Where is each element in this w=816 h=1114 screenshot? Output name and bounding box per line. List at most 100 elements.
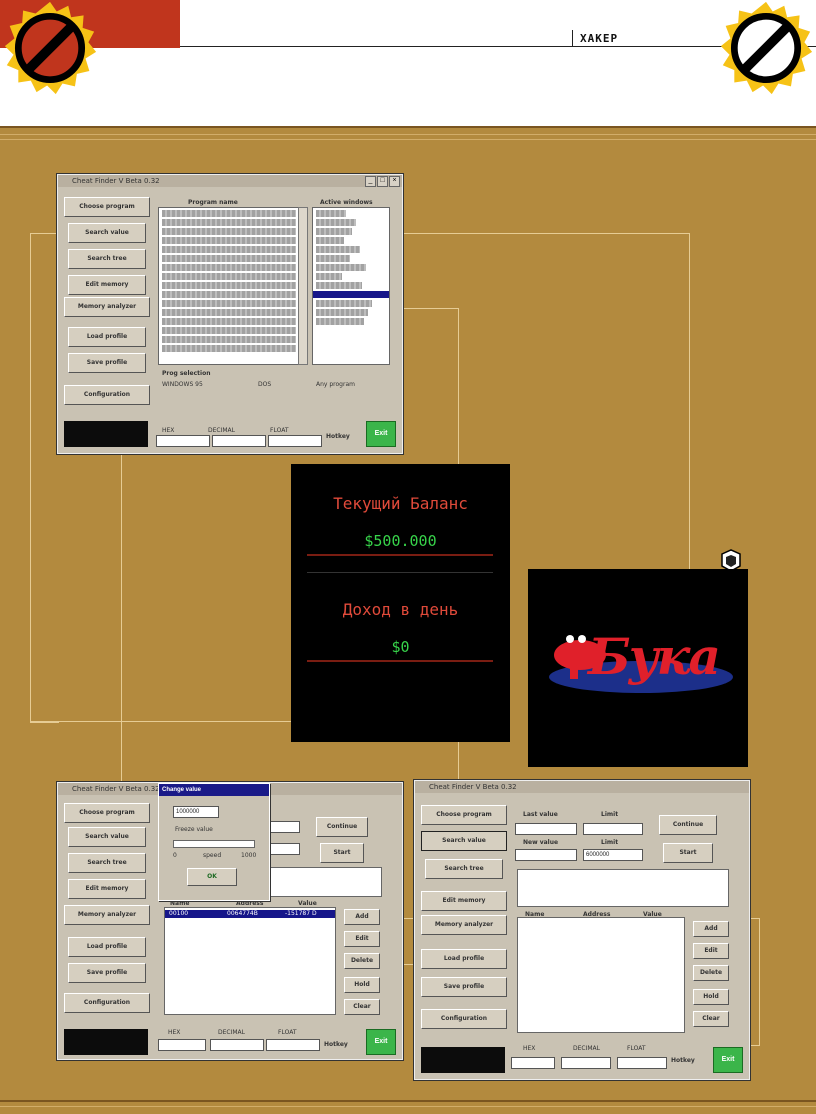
selected-row[interactable]: 00100 0064774B -151787 D [165,910,335,918]
choose-program-button[interactable]: Choose program [421,805,507,825]
scrollbar[interactable] [298,207,308,365]
decimal-input[interactable] [561,1057,611,1069]
balance-divider [307,554,493,556]
search-value-button[interactable]: Search value [68,223,146,243]
last-value-label: Last value [523,811,558,818]
edit-memory-button[interactable]: Edit memory [421,891,507,911]
hold-button[interactable]: Hold [693,989,729,1005]
hotkey-button[interactable]: Hotkey [326,433,350,440]
daily-income-value: $0 [391,638,410,656]
memory-analyzer-button[interactable]: Memory analyzer [64,905,150,925]
float-input[interactable] [266,1039,320,1051]
edit-button[interactable]: Edit [344,931,380,947]
ok-button[interactable]: OK [187,868,237,886]
choose-program-button[interactable]: Choose program [64,197,150,217]
start-button[interactable]: Start [320,843,364,863]
limit-input[interactable] [268,821,300,833]
results-list[interactable] [517,917,685,1033]
save-profile-button[interactable]: Save profile [421,977,507,997]
radio-any-program[interactable]: Any program [316,381,355,388]
value-col-header: Value [298,900,317,907]
program-list[interactable] [158,207,300,365]
close-icon[interactable]: × [389,176,400,187]
float-label: FLOAT [278,1029,297,1036]
freeze-value-checkbox[interactable]: Freeze value [175,826,213,833]
speed-slider[interactable] [173,840,255,848]
radio-windows[interactable]: WINDOWS 95 [162,381,203,388]
maximize-icon[interactable]: □ [377,176,388,187]
search-value-button[interactable]: Search value [421,831,507,851]
window-controls: _ □ × [365,176,400,187]
connector-line [30,233,59,723]
edit-memory-button[interactable]: Edit memory [68,879,146,899]
active-windows-list[interactable] [312,207,390,365]
delete-button[interactable]: Delete [344,953,380,969]
continue-button[interactable]: Continue [316,817,368,837]
configuration-button[interactable]: Configuration [64,385,150,405]
edit-button[interactable]: Edit [693,943,729,959]
load-profile-button[interactable]: Load profile [68,327,146,347]
start-button[interactable]: Start [663,843,713,863]
last-limit-input[interactable] [583,823,643,835]
hex-input[interactable] [156,435,210,447]
choose-program-button[interactable]: Choose program [64,803,150,823]
load-profile-button[interactable]: Load profile [68,937,146,957]
save-profile-button[interactable]: Save profile [68,963,146,983]
float-label: FLOAT [270,427,289,434]
memory-analyzer-button[interactable]: Memory analyzer [64,297,150,317]
configuration-button[interactable]: Configuration [64,993,150,1013]
search-value-button[interactable]: Search value [68,827,146,847]
load-profile-button[interactable]: Load profile [421,949,507,969]
cheat-finder-window: Cheat Finder V Beta 0.32 _ □ × Choose prog… [57,174,403,454]
cheat-finder-search-window: Cheat Finder V Beta 0.32 Choose program … [414,780,750,1080]
memory-analyzer-button[interactable]: Memory analyzer [421,915,507,935]
rule [0,139,816,140]
current-balance-value: $500.000 [364,532,437,550]
name-col-header: Name [170,900,190,907]
balance-panel: Текущий Баланс $500.000 Доход в день $0 [291,464,510,742]
results-list[interactable]: 00100 0064774B -151787 D [164,907,336,1015]
new-limit-input[interactable]: 6000000 [583,849,643,861]
clear-button[interactable]: Clear [693,1011,729,1027]
exit-button[interactable]: Exit [366,421,396,447]
last-value-input[interactable] [515,823,577,835]
float-input[interactable] [268,435,322,447]
info-box [517,869,729,907]
dialog-value-input[interactable]: 1000000 [173,806,219,818]
header-logo: ХАКЕР [580,32,619,45]
selected-row[interactable] [313,291,389,298]
decimal-input[interactable] [210,1039,264,1051]
delete-button[interactable]: Delete [693,965,729,981]
exit-button[interactable]: Exit [366,1029,396,1055]
search-tree-button[interactable]: Search tree [68,853,146,873]
change-value-dialog: Change value 1000000 Freeze value 0 spee… [158,783,270,901]
exit-button[interactable]: Exit [713,1047,743,1073]
save-profile-button[interactable]: Save profile [68,353,146,373]
window-title: Cheat Finder V Beta 0.32 [415,781,749,793]
hotkey-button[interactable]: Hotkey [324,1041,348,1048]
search-tree-button[interactable]: Search tree [68,249,146,269]
hex-input[interactable] [511,1057,555,1069]
continue-button[interactable]: Continue [659,815,717,835]
status-display [64,421,148,447]
hold-button[interactable]: Hold [344,977,380,993]
row-address: 0064774B [227,910,258,917]
edit-memory-button[interactable]: Edit memory [68,275,146,295]
hex-label: HEX [162,427,175,434]
add-button[interactable]: Add [344,909,380,925]
hex-input[interactable] [158,1039,206,1051]
new-value-input[interactable] [515,849,577,861]
rule [0,1100,816,1102]
daily-income-title: Доход в день [342,600,459,619]
search-tree-button[interactable]: Search tree [425,859,503,879]
rule [0,1106,816,1107]
radio-dos[interactable]: DOS [258,381,271,388]
clear-button[interactable]: Clear [344,999,380,1015]
value-input[interactable] [268,843,300,855]
float-input[interactable] [617,1057,667,1069]
decimal-input[interactable] [212,435,266,447]
add-button[interactable]: Add [693,921,729,937]
hotkey-button[interactable]: Hotkey [671,1057,695,1064]
minimize-icon[interactable]: _ [365,176,376,187]
configuration-button[interactable]: Configuration [421,1009,507,1029]
